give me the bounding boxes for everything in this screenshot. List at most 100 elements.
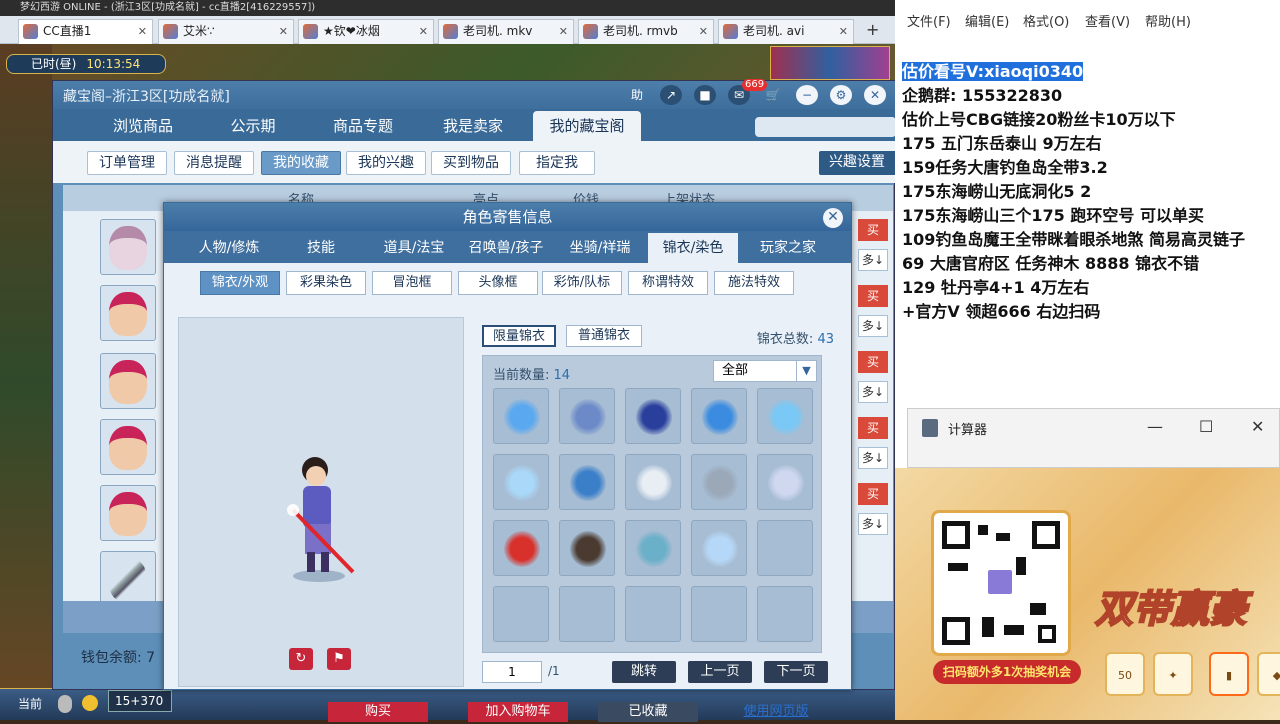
next-page-button[interactable]: 下一页 [764, 661, 828, 683]
limited-costume-tab[interactable]: 限量锦衣 [482, 325, 556, 347]
browser-tab-3[interactable]: ★钦❤冰烟 ✕ [298, 19, 434, 44]
more-button[interactable]: 多↓ [858, 447, 888, 469]
close-icon[interactable]: ✕ [699, 20, 708, 43]
tab-browse[interactable]: 浏览商品 [93, 111, 193, 141]
search-input[interactable] [755, 117, 896, 137]
tab-skills[interactable]: 技能 [280, 233, 362, 263]
empty-slot[interactable] [625, 586, 681, 642]
subtab-title-effect[interactable]: 称谓特效 [628, 271, 708, 295]
filter-select[interactable]: 全部 ▼ [713, 360, 817, 382]
close-icon[interactable]: ✕ [823, 208, 843, 228]
my-favorites-button[interactable]: 我的收藏 [261, 151, 341, 175]
tab-character[interactable]: 人物/修炼 [184, 233, 274, 263]
browser-tab-2[interactable]: 艾米∵ ✕ [158, 19, 294, 44]
costume-slot[interactable] [493, 388, 549, 444]
minimize-icon[interactable]: − [796, 85, 818, 105]
emoji-icon[interactable] [82, 695, 98, 711]
share-icon[interactable]: ↗ [660, 85, 682, 105]
costume-slot[interactable] [559, 454, 615, 510]
costume-slot[interactable] [625, 454, 681, 510]
list-item-avatar[interactable] [100, 353, 156, 409]
costume-slot[interactable] [757, 454, 813, 510]
action-icon[interactable]: ⚑ [327, 648, 351, 670]
tab-publicity[interactable]: 公示期 [203, 111, 303, 141]
normal-costume-tab[interactable]: 普通锦衣 [566, 325, 642, 347]
costume-slot[interactable] [757, 388, 813, 444]
record-icon[interactable]: ■ [694, 85, 716, 105]
jump-button[interactable]: 跳转 [612, 661, 676, 683]
costume-slot[interactable] [691, 388, 747, 444]
list-item-avatar[interactable] [100, 485, 156, 541]
message-remind-button[interactable]: 消息提醒 [174, 151, 254, 175]
favorited-button[interactable]: 已收藏 [598, 702, 698, 722]
page-input[interactable]: 1 [482, 661, 542, 683]
designated-me-button[interactable]: 指定我 [519, 151, 595, 175]
costume-slot[interactable] [691, 520, 747, 576]
browser-tab-6[interactable]: 老司机. avi ✕ [718, 19, 854, 44]
prize-item[interactable]: ◆ [1257, 652, 1280, 696]
list-item-avatar[interactable] [100, 219, 156, 275]
phone-prize-icon[interactable]: ▮ [1209, 652, 1249, 696]
rotate-icon[interactable]: ↻ [289, 648, 313, 670]
costume-slot[interactable] [625, 388, 681, 444]
close-icon[interactable]: ✕ [864, 85, 886, 105]
notepad-text[interactable]: 估价看号V:xiaoqi0340 企鹅群: 155322830 估价上号CBG链… [895, 38, 1280, 408]
close-icon[interactable]: ✕ [279, 20, 288, 43]
buy-button[interactable]: 买 [858, 351, 888, 373]
menu-view[interactable]: 查看(V) [1085, 11, 1130, 30]
subtab-cast-effect[interactable]: 施法特效 [714, 271, 794, 295]
tab-pets[interactable]: 召唤兽/孩子 [462, 233, 550, 263]
buy-button[interactable]: 买 [858, 417, 888, 439]
help-button[interactable]: 助 [626, 85, 648, 105]
tab-home[interactable]: 玩家之家 [744, 233, 832, 263]
empty-slot[interactable] [493, 586, 549, 642]
browser-tab-4[interactable]: 老司机. mkv ✕ [438, 19, 574, 44]
tab-my-cbg[interactable]: 我的藏宝阁 [533, 111, 641, 141]
add-to-cart-button[interactable]: 加入购物车 [468, 702, 568, 722]
list-item-avatar[interactable] [100, 419, 156, 475]
tab-mounts[interactable]: 坐骑/祥瑞 [554, 233, 646, 263]
web-version-link[interactable]: 使用网页版 [726, 702, 826, 722]
close-icon[interactable]: ✕ [559, 20, 568, 43]
more-button[interactable]: 多↓ [858, 381, 888, 403]
message-icon[interactable]: ✉ 669 [728, 79, 768, 105]
buy-button[interactable]: 买 [858, 219, 888, 241]
subtab-dye[interactable]: 彩果染色 [286, 271, 366, 295]
empty-slot[interactable] [559, 586, 615, 642]
bought-items-button[interactable]: 买到物品 [431, 151, 511, 175]
new-tab-icon[interactable]: + [866, 20, 879, 39]
prize-item[interactable]: 50 [1105, 652, 1145, 696]
menu-help[interactable]: 帮助(H) [1145, 11, 1191, 30]
buy-button[interactable]: 购买 [328, 702, 428, 722]
my-interest-button[interactable]: 我的兴趣 [346, 151, 426, 175]
tab-seller[interactable]: 我是卖家 [423, 111, 523, 141]
close-icon[interactable]: ✕ [138, 20, 147, 43]
menu-edit[interactable]: 编辑(E) [965, 11, 1009, 30]
settings-icon[interactable]: ⚙ [830, 85, 852, 105]
costume-slot[interactable] [559, 388, 615, 444]
browser-tab-5[interactable]: 老司机. rmvb ✕ [578, 19, 714, 44]
prev-page-button[interactable]: 上一页 [688, 661, 752, 683]
empty-slot[interactable] [757, 586, 813, 642]
subtab-ornament[interactable]: 彩饰/队标 [542, 271, 622, 295]
more-button[interactable]: 多↓ [858, 315, 888, 337]
tab-costume[interactable]: 锦衣/染色 [648, 233, 738, 263]
costume-slot[interactable] [625, 520, 681, 576]
browser-tab-1[interactable]: CC直播1 ✕ [18, 19, 153, 44]
tab-topics[interactable]: 商品专题 [313, 111, 413, 141]
subtab-outfit[interactable]: 锦衣/外观 [200, 271, 280, 295]
list-item-avatar[interactable] [100, 551, 156, 607]
empty-slot[interactable] [757, 520, 813, 576]
qr-code[interactable] [931, 510, 1071, 656]
costume-slot[interactable] [559, 520, 615, 576]
costume-slot[interactable] [493, 454, 549, 510]
menu-file[interactable]: 文件(F) [907, 11, 951, 30]
subtab-bubble[interactable]: 冒泡框 [372, 271, 452, 295]
microphone-icon[interactable] [58, 695, 72, 713]
minimize-icon[interactable]: — [1147, 417, 1163, 436]
costume-slot[interactable] [493, 520, 549, 576]
costume-slot[interactable] [691, 454, 747, 510]
tab-items[interactable]: 道具/法宝 [368, 233, 460, 263]
order-manage-button[interactable]: 订单管理 [87, 151, 167, 175]
close-icon[interactable]: ✕ [1251, 417, 1264, 436]
